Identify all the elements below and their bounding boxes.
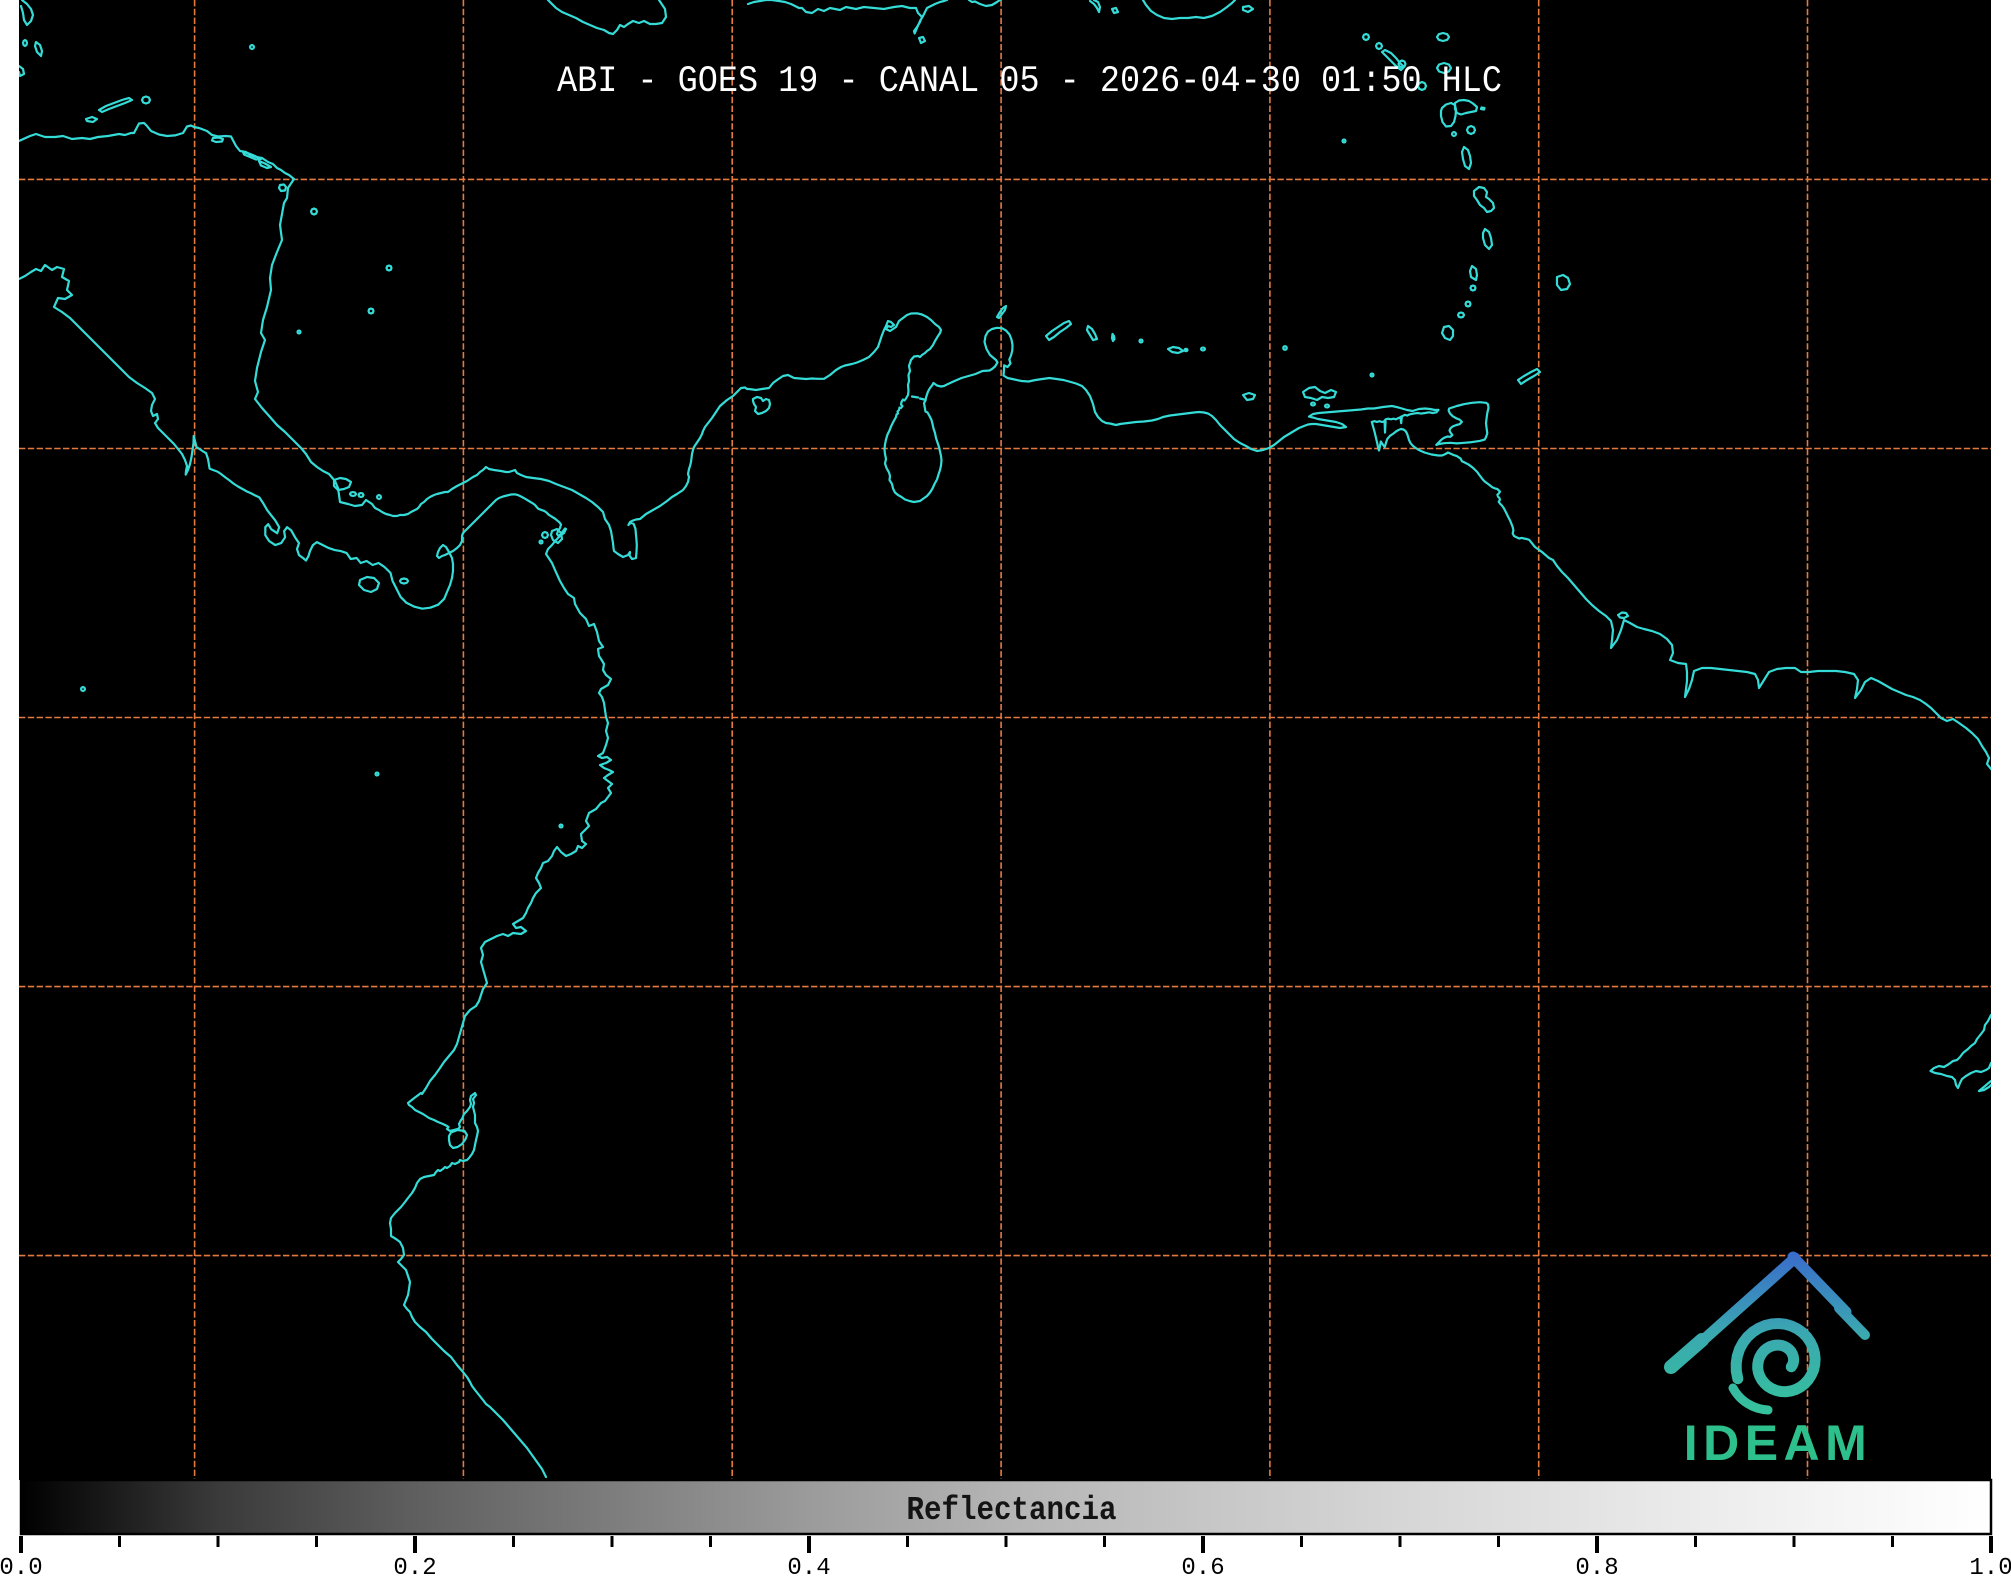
svg-text:Reflectancia: Reflectancia xyxy=(907,1492,1117,1529)
svg-text:IDEAM: IDEAM xyxy=(1684,1415,1873,1471)
svg-text:0.8: 0.8 xyxy=(1575,1555,1618,1577)
svg-text:0.2: 0.2 xyxy=(393,1555,436,1577)
svg-text:0.0: 0.0 xyxy=(0,1555,43,1577)
svg-text:1.0: 1.0 xyxy=(1969,1555,2011,1577)
svg-text:0.6: 0.6 xyxy=(1181,1555,1224,1577)
svg-text:ABI - GOES 19 - CANAL 05 - 202: ABI - GOES 19 - CANAL 05 - 2026-04-30 01… xyxy=(557,61,1502,103)
svg-text:0.4: 0.4 xyxy=(787,1555,830,1577)
